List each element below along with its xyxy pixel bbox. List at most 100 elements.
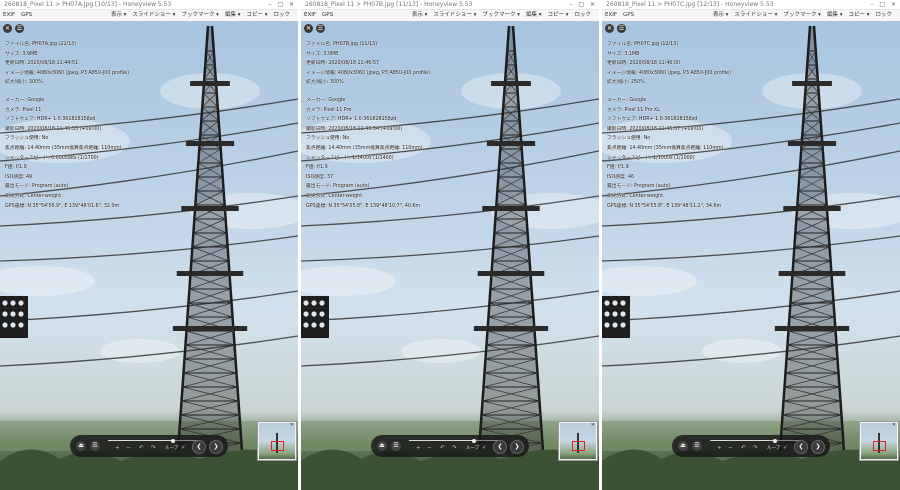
photo-view[interactable]: ✕ ☰ ファイル名: PH07A.jpg (22/13) サイズ: 3.9MB 更新日時… (0, 21, 298, 490)
menu-icon[interactable]: ☰ (15, 24, 24, 33)
toolbar-menu[interactable]: コピー ▾ (848, 10, 869, 21)
close-icon[interactable]: ✕ (3, 24, 12, 33)
exif-row: GPS座標: N 35°54'55.8", E 139°48'10.7", 40… (306, 203, 421, 209)
next-icon[interactable]: ❯ (510, 440, 524, 454)
exif-row: ファイル名: PH07B.jpg (11/13) (306, 42, 378, 47)
exif-info-panel: ファイル名: PH07B.jpg (11/13) サイズ: 3.0MB 更新日時: … (306, 40, 594, 211)
exif-row: 拡大/縮小: 250% (607, 80, 645, 86)
prev-icon[interactable]: ❮ (493, 440, 507, 454)
eject-icon[interactable]: ⏏ (76, 441, 86, 451)
position-slider[interactable] (710, 438, 800, 443)
zoom-out-icon[interactable]: − (427, 445, 432, 452)
toolbar-right: 表示 ▾ スライドショー ▾ ブックマーク ▾ 編集 ▾ コピー ▾ ロック (713, 10, 898, 21)
toolbar-menu[interactable]: 編集 ▾ (225, 10, 241, 21)
close-icon[interactable]: ✕ (605, 24, 614, 33)
rotate-left-icon[interactable]: ↶ (440, 445, 445, 452)
toolbar-menu[interactable]: ロック (875, 10, 892, 21)
position-slider[interactable] (108, 438, 198, 443)
window-controls[interactable]: – □ ✕ (870, 0, 898, 9)
thumbnail-close-icon[interactable]: ✕ (290, 422, 294, 428)
slider-knob[interactable] (170, 438, 175, 443)
photo-view[interactable]: ✕ ☰ ファイル名: PH07C.jpg (12/13) サイズ: 3.1MB 更新日時… (602, 21, 900, 490)
rotate-left-icon[interactable]: ↶ (741, 445, 746, 452)
toolbar-menu[interactable]: 表示 ▾ (713, 10, 729, 21)
toolbar-menu[interactable]: スライドショー ▾ (734, 10, 777, 21)
toolbar-menu[interactable]: ロック (273, 10, 290, 21)
check-icon[interactable]: ✓ (482, 445, 487, 452)
toolbar-menu[interactable]: ロック (574, 10, 591, 21)
viewport-indicator[interactable] (572, 441, 585, 451)
exif-row: サイズ: 3.1MB (607, 51, 640, 57)
zoom-out-icon[interactable]: − (126, 445, 131, 452)
toolbar-button[interactable]: EXIF (304, 10, 316, 21)
loop-toggle[interactable]: ループ (165, 445, 178, 452)
loop-toggle[interactable]: ループ (767, 445, 780, 452)
thumbnail-close-icon[interactable]: ✕ (892, 422, 896, 428)
check-icon[interactable]: ✓ (783, 445, 788, 452)
list-icon[interactable]: ☰ (391, 441, 401, 451)
toolbar-menu[interactable]: ブックマーク ▾ (482, 10, 520, 21)
title-bar: 260818_Pixel 11 > PH07A.jpg [10/13] - Ho… (0, 0, 298, 10)
toolbar-menu[interactable]: ブックマーク ▾ (181, 10, 219, 21)
toolbar-button[interactable]: EXIF (3, 10, 15, 21)
viewer-window: 260818_Pixel 11 > PH07B.jpg [11/13] - Ho… (301, 0, 599, 490)
viewer-window: 260818_Pixel 11 > PH07C.jpg [12/13] - Ho… (602, 0, 900, 490)
toolbar-button[interactable]: GPS (322, 10, 333, 21)
toolbar-menu[interactable]: ブックマーク ▾ (783, 10, 821, 21)
toolbar-button[interactable]: EXIF (605, 10, 617, 21)
rotate-left-icon[interactable]: ↶ (139, 445, 144, 452)
toolbar-menu[interactable]: 表示 ▾ (111, 10, 127, 21)
exif-row: ISO感度: 37 (306, 174, 334, 180)
toolbar-right: 表示 ▾ スライドショー ▾ ブックマーク ▾ 編集 ▾ コピー ▾ ロック (111, 10, 296, 21)
rotate-right-icon[interactable]: ↷ (753, 445, 758, 452)
exif-row: フラッシュ使用: No (607, 136, 651, 142)
toolbar-menu[interactable]: コピー ▾ (246, 10, 267, 21)
exif-row: GPS座標: N 35°54'56.9", E 139°48'01.6", 32… (5, 203, 120, 209)
position-slider[interactable] (409, 438, 499, 443)
navigator-thumbnail[interactable]: ✕ (258, 422, 296, 460)
toolbar-menu[interactable]: スライドショー ▾ (433, 10, 476, 21)
toolbar-button[interactable]: GPS (623, 10, 634, 21)
check-icon[interactable]: ✓ (181, 445, 186, 452)
prev-icon[interactable]: ❮ (794, 440, 808, 454)
zoom-in-icon[interactable]: + (717, 445, 722, 452)
eject-icon[interactable]: ⏏ (678, 441, 688, 451)
viewport-indicator[interactable] (271, 441, 284, 451)
toolbar-menu[interactable]: 表示 ▾ (412, 10, 428, 21)
viewport-indicator[interactable] (873, 441, 886, 451)
window-controls[interactable]: – □ ✕ (268, 0, 296, 9)
exif-row: 測光方式: Center-weight (306, 193, 363, 199)
menu-icon[interactable]: ☰ (316, 24, 325, 33)
toolbar-menu[interactable]: コピー ▾ (547, 10, 568, 21)
list-icon[interactable]: ☰ (90, 441, 100, 451)
thumbnail-close-icon[interactable]: ✕ (591, 422, 595, 428)
prev-icon[interactable]: ❮ (192, 440, 206, 454)
list-icon[interactable]: ☰ (692, 441, 702, 451)
toolbar-button[interactable]: GPS (21, 10, 32, 21)
next-icon[interactable]: ❯ (811, 440, 825, 454)
playback-control-bar: ⏏ ☰ + − ↶ ↷ ループ ✓ ❮ ❯ (371, 435, 529, 457)
slider-knob[interactable] (772, 438, 777, 443)
navigator-thumbnail[interactable]: ✕ (860, 422, 898, 460)
exif-row: メーカー: Google (306, 97, 346, 103)
exif-row: シャッタースピード: 0.000588s (1/1700) (5, 155, 99, 161)
zoom-out-icon[interactable]: − (728, 445, 733, 452)
exif-row: 露出モード: Program (auto) (306, 184, 370, 190)
close-icon[interactable]: ✕ (304, 24, 313, 33)
window-controls[interactable]: – □ ✕ (569, 0, 597, 9)
toolbar-menu[interactable]: 編集 ▾ (526, 10, 542, 21)
eject-icon[interactable]: ⏏ (377, 441, 387, 451)
rotate-right-icon[interactable]: ↷ (452, 445, 457, 452)
photo-view[interactable]: ✕ ☰ ファイル名: PH07B.jpg (11/13) サイズ: 3.0MB 更新日時… (301, 21, 599, 490)
toolbar-menu[interactable]: 編集 ▾ (827, 10, 843, 21)
navigator-thumbnail[interactable]: ✕ (559, 422, 597, 460)
slider-knob[interactable] (471, 438, 476, 443)
zoom-in-icon[interactable]: + (115, 445, 120, 452)
rotate-right-icon[interactable]: ↷ (151, 445, 156, 452)
menu-icon[interactable]: ☰ (617, 24, 626, 33)
next-icon[interactable]: ❯ (209, 440, 223, 454)
toolbar-menu[interactable]: スライドショー ▾ (132, 10, 175, 21)
zoom-in-icon[interactable]: + (416, 445, 421, 452)
loop-toggle[interactable]: ループ (466, 445, 479, 452)
viewer-window: 260818_Pixel 11 > PH07A.jpg [10/13] - Ho… (0, 0, 298, 490)
